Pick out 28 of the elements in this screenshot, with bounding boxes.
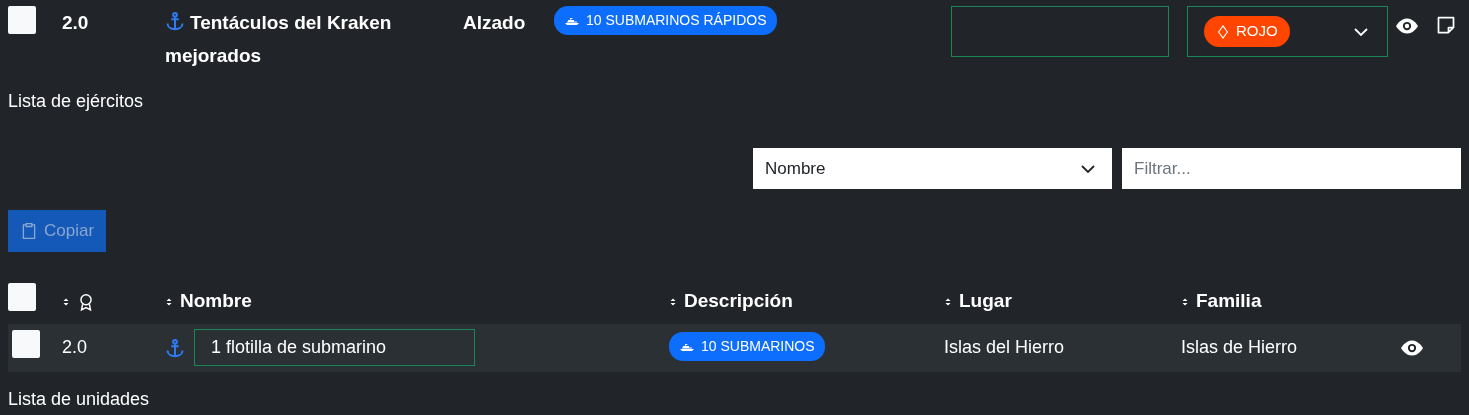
checkbox[interactable] <box>8 6 36 34</box>
anchor-icon <box>165 337 185 358</box>
unit-badge: 10 SUBMARINOS <box>669 332 825 362</box>
anchor-icon <box>165 11 185 31</box>
award-icon <box>77 292 95 313</box>
status-text: Alzado <box>463 11 527 35</box>
table-cell: Islas del Hierro <box>944 337 1065 357</box>
color-pill: ROJO <box>1204 16 1290 47</box>
column-header[interactable]: Nombre <box>180 290 252 312</box>
filter-field[interactable]: Filtrar... <box>1122 148 1461 189</box>
section-title: Lista de ejércitos <box>8 90 145 113</box>
text-field[interactable] <box>951 6 1169 57</box>
army-name: Tentáculos del Kraken mejorados <box>165 10 393 68</box>
diamond-icon <box>1216 23 1230 40</box>
name-field[interactable]: 1 flotilla de submarino <box>194 329 475 366</box>
version-number: 2.0 <box>62 11 90 35</box>
version-cell-text: 2.0 <box>62 336 89 359</box>
checkbox[interactable] <box>8 283 36 312</box>
note-icon[interactable] <box>1436 15 1456 35</box>
unit-badge: 10 SUBMARINOS RÁPIDOS <box>554 6 777 35</box>
checkbox[interactable] <box>12 329 40 358</box>
column-header[interactable]: Lugar <box>959 290 1012 312</box>
clipboard-icon <box>20 220 38 241</box>
column-header[interactable]: Familia <box>1196 290 1262 312</box>
section-title: Lista de unidades <box>8 387 151 411</box>
table-cell: Islas de Hierro <box>1181 337 1298 357</box>
field-select[interactable]: Nombre <box>753 148 1112 189</box>
column-header[interactable]: Descripción <box>684 290 793 312</box>
